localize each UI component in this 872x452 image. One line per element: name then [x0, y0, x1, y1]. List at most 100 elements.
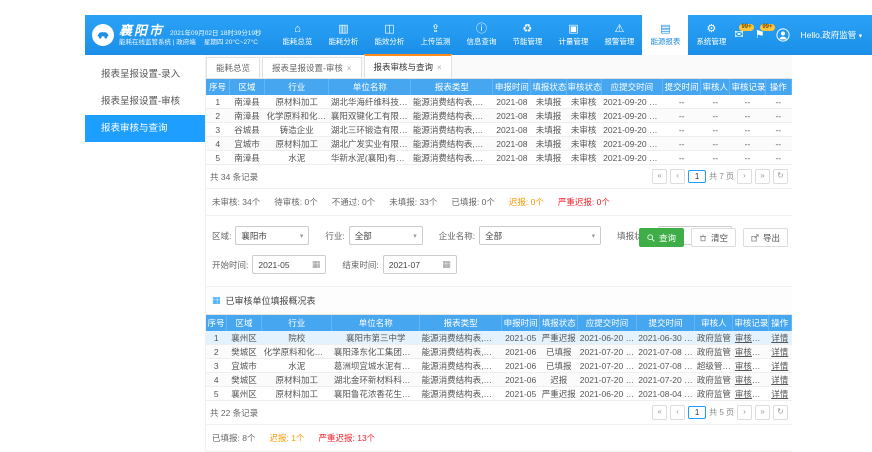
search-icon [647, 234, 655, 242]
last-page-button[interactable]: » [755, 169, 770, 184]
header-right: ✉99+ ⚑99+ Hello,政府监管 ▾ 退出 [734, 15, 872, 55]
nav-item-label: 节能管理 [512, 36, 542, 47]
table-row[interactable]: 3谷城县铸造企业湖北三环锻造有限公司能源消费结构表,能效指标...2021-08… [206, 123, 792, 137]
next-page-button[interactable]: › [737, 169, 752, 184]
审核记录-link[interactable]: 审核记录 [733, 359, 768, 373]
table-cell: 宜城市 [226, 359, 261, 373]
first-page-button[interactable]: « [652, 169, 667, 184]
query-button[interactable]: 查询 [639, 228, 684, 247]
审核记录-link[interactable]: 审核记录 [733, 387, 768, 401]
top-nav: ⌂能耗总览▥能耗分析◫能效分析⇪上传监测ⓘ信息查询♻节能管理▣计量管理⚠报警管理… [274, 15, 734, 55]
table-cell: 能源消费结构表,能效指标... [411, 151, 493, 165]
nav-item-label: 能源报表 [650, 36, 680, 47]
tab-bar: 能耗总览报表呈报设置-审核×报表审核与查询× [206, 55, 792, 79]
table-row[interactable]: 1南漳县原材料加工湖北华海纤维科技股份有...能源消费结构表,能效指标...20… [206, 95, 792, 109]
end-time-date-input[interactable]: 2021-07▦ [383, 255, 457, 274]
table-row[interactable]: 5襄州区原材料加工襄阳鲁花浓香花生油有限公司能源消费结构表,能效指标情...20… [206, 387, 792, 401]
审核记录-link[interactable]: 审核记录 [733, 331, 768, 345]
table-cell: 能源消费结构表,能效指标情... [420, 359, 502, 373]
table-cell: 湖北三环锻造有限公司 [329, 123, 411, 137]
nav-item-能耗分析[interactable]: ▥能耗分析 [320, 15, 366, 55]
详情-link[interactable]: 详情 [768, 359, 792, 373]
nav-item-计量管理[interactable]: ▣计量管理 [550, 15, 596, 55]
审核记录-link[interactable]: 审核记录 [733, 345, 768, 359]
next-page-button[interactable]: › [737, 405, 752, 420]
column-header-填报状态: 填报状态 [531, 79, 566, 95]
table-cell: 未填报 [531, 123, 566, 137]
reviewed-section-header: ▦ 已审核单位填报概况表 [206, 287, 792, 315]
page-number-input[interactable] [688, 170, 706, 183]
详情-link[interactable]: 详情 [768, 373, 792, 387]
nav-item-报警管理[interactable]: ⚠报警管理 [596, 15, 642, 55]
table-cell: 2021-06 [502, 345, 540, 359]
nav-item-能耗总览[interactable]: ⌂能耗总览 [274, 15, 320, 55]
table-cell: 能源消费结构表,能效指标情... [420, 331, 502, 345]
user-greeting[interactable]: Hello,政府监管 ▾ [801, 29, 863, 41]
clear-button[interactable]: 清空 [691, 228, 736, 247]
prev-page-button[interactable]: ‹ [670, 405, 685, 420]
nav-item-能效分析[interactable]: ◫能效分析 [366, 15, 412, 55]
nav-item-信息查询[interactable]: ⓘ信息查询 [458, 15, 504, 55]
filter-value: 襄阳市 [241, 230, 267, 242]
export-button[interactable]: 导出 [743, 228, 788, 247]
table-cell: 5 [206, 387, 226, 401]
详情-link[interactable]: 详情 [768, 387, 792, 401]
first-page-button[interactable]: « [652, 405, 667, 420]
nav-item-节能管理[interactable]: ♻节能管理 [504, 15, 550, 55]
table-cell: 水泥 [262, 359, 332, 373]
column-header-区域: 区域 [226, 315, 261, 331]
tab-label: 报表呈报设置-审核 [272, 59, 343, 78]
refresh-icon[interactable]: ↻ [773, 405, 788, 420]
industry-select[interactable]: 全部▾ [349, 226, 423, 245]
column-header-审核人: 审核人 [695, 315, 733, 331]
table-row[interactable]: 5南漳县水泥华新水泥(襄阳)有限公司能源消费结构表,能效指标...2021-08… [206, 151, 792, 165]
table-cell: 1 [206, 95, 229, 109]
sidebar-item-报表审核与查询[interactable]: 报表审核与查询 [85, 115, 205, 142]
message-icon[interactable]: ✉99+ [734, 30, 743, 41]
table-cell: 2021-06-30 10:08:33 [636, 331, 695, 345]
last-page-button[interactable]: » [755, 405, 770, 420]
详情-link[interactable]: 详情 [768, 331, 792, 345]
nav-item-系统管理[interactable]: ⚙系统管理 [688, 15, 734, 55]
table-row[interactable]: 2南漳县化学原料和化学制品制造业襄阳双键化工有限公司能源消费结构表,能效指标..… [206, 109, 792, 123]
start-time-date-input[interactable]: 2021-05▦ [252, 255, 326, 274]
table-row[interactable]: 4宜城市原材料加工湖北广发实业有限公司能源消费结构表,能效指标...2021-0… [206, 137, 792, 151]
filter-value: 全部 [485, 230, 502, 242]
column-header-行业: 行业 [262, 315, 332, 331]
nav-item-能源报表[interactable]: ▤能源报表 [642, 15, 688, 55]
table-cell: 超级管理员 [695, 359, 733, 373]
alert-bell-icon[interactable]: ⚑99+ [755, 30, 765, 41]
tab-close-icon[interactable]: × [437, 58, 442, 77]
company-select[interactable]: 全部▾ [479, 226, 601, 245]
table-cell: 未填报 [531, 95, 566, 109]
table-cell: 水泥 [265, 151, 329, 165]
user-avatar-icon[interactable] [776, 28, 790, 42]
home-icon: ⌂ [294, 24, 301, 35]
column-header-审核记录: 审核记录 [730, 79, 765, 95]
sidebar-item-报表呈报设置-审核[interactable]: 报表呈报设置-审核 [85, 88, 205, 115]
table-cell: 未填报 [531, 151, 566, 165]
table-cell: 2021-06 [502, 373, 540, 387]
sidebar-item-报表呈报设置-录入[interactable]: 报表呈报设置-录入 [85, 61, 205, 88]
nav-item-上传监测[interactable]: ⇪上传监测 [412, 15, 458, 55]
table-row[interactable]: 1襄州区院校襄阳市第三中学能源消费结构表,能效指标情...2021-05严重迟报… [206, 331, 792, 345]
table-cell: 2021-08 [493, 95, 531, 109]
alarm-icon: ⚠ [615, 24, 625, 35]
详情-link[interactable]: 详情 [768, 345, 792, 359]
table-cell: 已填报 [540, 359, 578, 373]
report-icon: ▤ [660, 24, 670, 35]
prev-page-button[interactable]: ‹ [670, 169, 685, 184]
weekday-weather: 星期四 20°C~27°C [204, 39, 258, 47]
tab-报表审核与查询[interactable]: 报表审核与查询× [364, 54, 452, 78]
tab-close-icon[interactable]: × [347, 59, 352, 78]
table-row[interactable]: 3宜城市水泥葛洲坝宜城水泥有限公司能源消费结构表,能效指标情...2021-06… [206, 359, 792, 373]
tab-能耗总览[interactable]: 能耗总览 [206, 57, 260, 78]
tab-报表呈报设置-审核[interactable]: 报表呈报设置-审核× [262, 57, 362, 78]
审核记录-link[interactable]: 审核记录 [733, 373, 768, 387]
table-cell: 化学原料和化学制品制造业 [262, 345, 332, 359]
table-row[interactable]: 4樊城区原材料加工湖北金环新材料科技有限公司能源消费结构表,能效指标情...20… [206, 373, 792, 387]
page-number-input[interactable] [688, 406, 706, 419]
region-select[interactable]: 襄阳市▾ [235, 226, 309, 245]
table-row[interactable]: 2樊城区化学原料和化学制品制造业襄阳泽东化工集团有限公司能源消费结构表,能效指标… [206, 345, 792, 359]
refresh-icon[interactable]: ↻ [773, 169, 788, 184]
